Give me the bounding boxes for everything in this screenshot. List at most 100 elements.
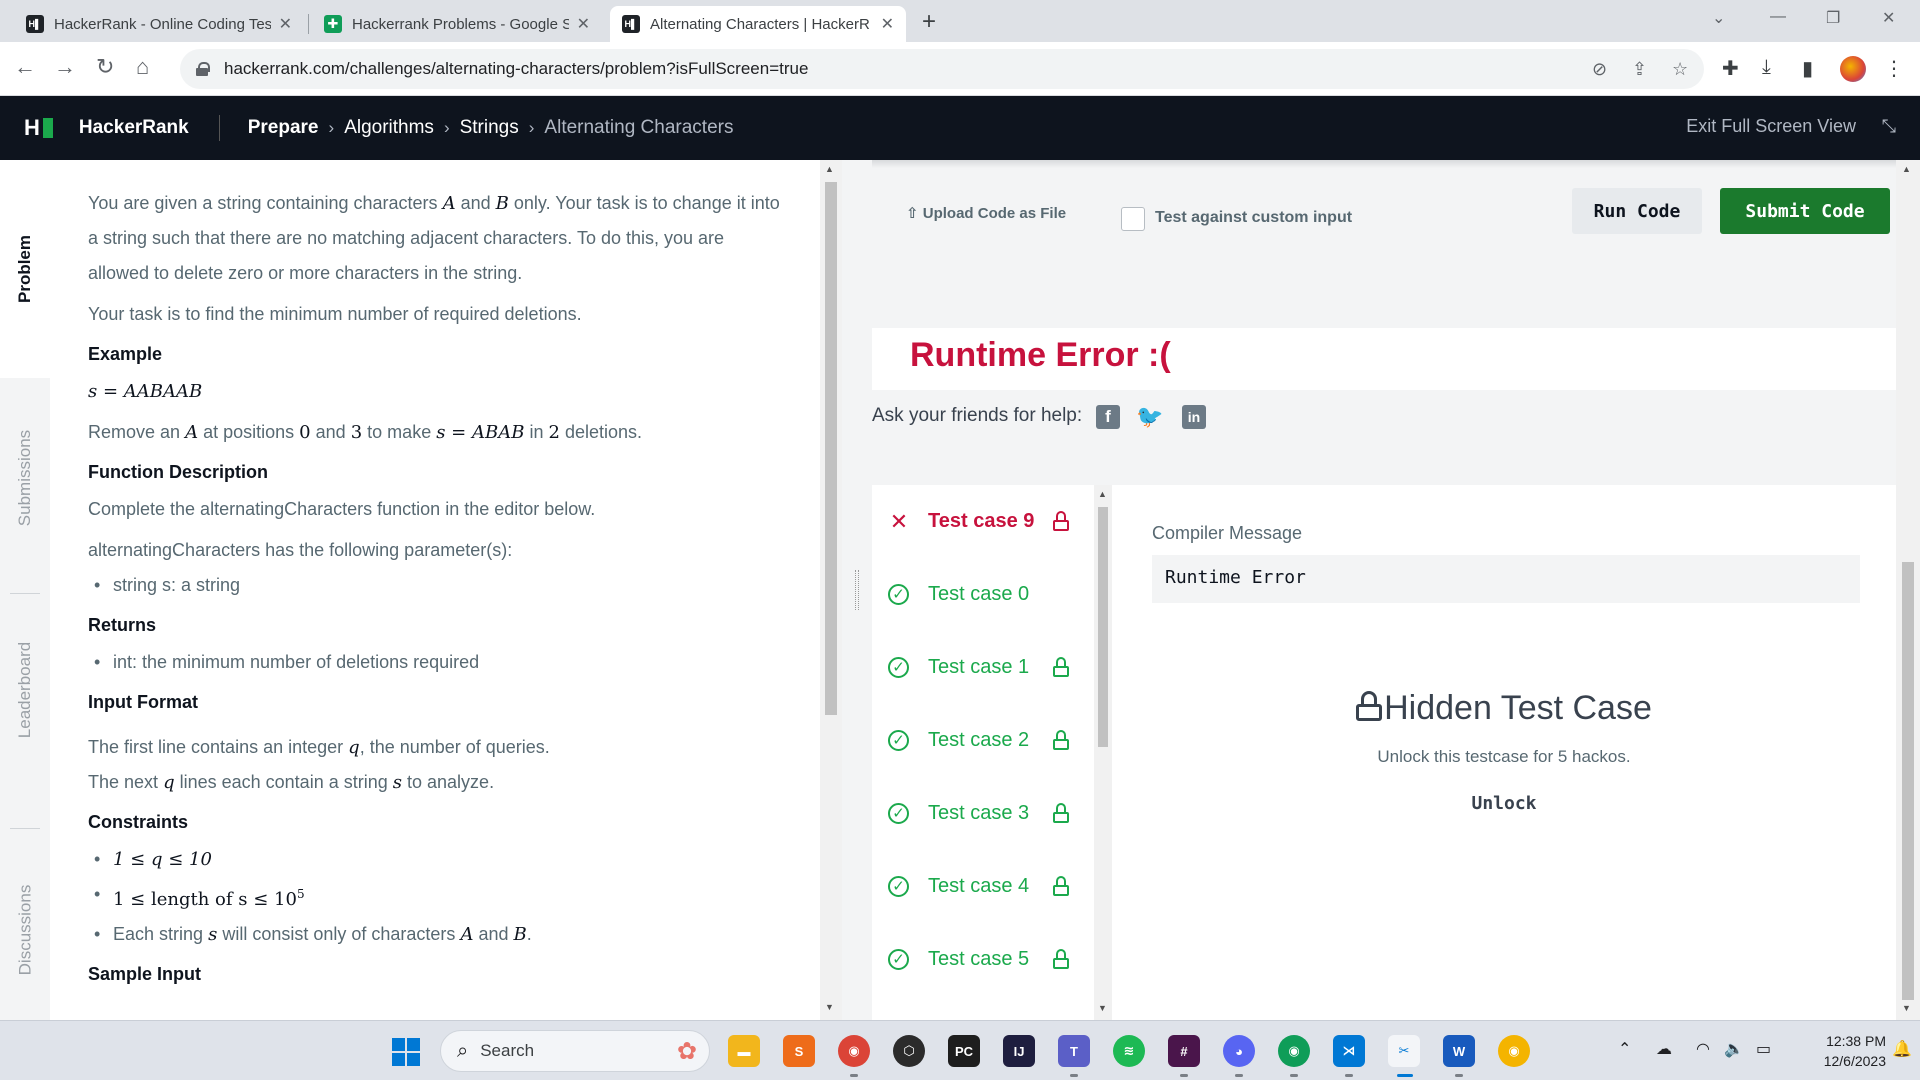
browser-tab-active[interactable]: H▌ Alternating Characters | HackerR ✕ [610,6,906,42]
check-circle-icon: ✓ [888,584,909,605]
scrollbar-thumb[interactable] [1902,562,1914,1000]
scroll-down-arrow-icon[interactable]: ▼ [825,1002,834,1012]
test-case-list: ✕ Test case 9 ✓ Test case 0 ✓ Test case … [872,485,1112,1020]
wifi-icon[interactable]: ◠ [1696,1039,1710,1059]
test-case-scrollbar[interactable]: ▲ ▼ [1094,485,1112,1020]
scrollbar-thumb[interactable] [825,182,837,715]
scrollbar-thumb[interactable] [1098,507,1108,747]
custom-input-label[interactable]: Test against custom input [1155,209,1352,227]
star-icon[interactable]: ☆ [1672,59,1688,80]
chevron-down-icon[interactable]: ⌄ [1712,8,1725,28]
scroll-up-arrow-icon[interactable]: ▲ [1098,489,1107,499]
scroll-up-arrow-icon[interactable]: ▲ [825,164,834,174]
run-code-button[interactable]: Run Code [1572,188,1702,234]
taskbar-search[interactable]: ⌕ Search ✿ [440,1030,710,1072]
reload-icon[interactable]: ↻ [96,54,114,80]
side-panel-icon[interactable]: ▮ [1802,56,1813,81]
upload-code-button[interactable]: ⇧ Upload Code as File [906,204,1066,222]
chrome-icon[interactable]: ◉ [838,1035,870,1067]
test-case-item[interactable]: ✕ Test case 9 [872,485,1092,558]
twitter-icon[interactable]: 🐦 [1136,404,1163,429]
home-icon[interactable]: ⌂ [136,54,149,80]
clock-date: 12/6/2023 [1823,1053,1886,1069]
browser-tab[interactable]: ✚ Hackerrank Problems - Google S ✕ [312,6,602,42]
scroll-down-arrow-icon[interactable]: ▼ [1902,1003,1911,1013]
vscode-icon[interactable]: ⋊ [1333,1035,1365,1067]
teams-icon[interactable]: T [1058,1035,1090,1067]
side-tab-submissions[interactable]: Submissions [0,378,50,578]
restore-icon[interactable]: ❐ [1826,8,1840,28]
close-icon[interactable]: ✕ [881,14,894,34]
chevron-up-icon[interactable]: ⌃ [1618,1039,1631,1059]
slack-icon[interactable]: # [1168,1035,1200,1067]
intellij-icon[interactable]: IJ [1003,1035,1035,1067]
battery-icon[interactable]: ▭ [1756,1039,1771,1059]
onedrive-icon[interactable]: ☁ [1656,1039,1672,1059]
taskbar-clock[interactable]: 12:38 PM 12/6/2023 [1790,1031,1886,1071]
windows-start-icon[interactable] [392,1038,420,1066]
test-case-item[interactable]: ✓ Test case 0 [872,558,1092,631]
side-tab-label: Discussions [15,884,35,976]
test-case-item[interactable]: ✓ Test case 4 [872,850,1092,923]
running-indicator [1235,1074,1243,1077]
linkedin-icon[interactable]: in [1182,405,1206,429]
problem-scrollbar[interactable]: ▲ ▼ [820,160,842,1020]
lock-icon[interactable] [196,62,210,76]
volume-icon[interactable]: 🔈 [1724,1039,1744,1059]
spotify-icon[interactable]: ≋ [1113,1035,1145,1067]
splitter-grip[interactable] [855,570,859,610]
chrome-alt-icon[interactable]: ◉ [1498,1035,1530,1067]
word-icon[interactable]: W [1443,1035,1475,1067]
hackerrank-logo[interactable]: H [24,115,53,141]
extensions-puzzle-icon[interactable]: ✚ [1722,56,1739,81]
browser-tab[interactable]: H▌ HackerRank - Online Coding Tes ✕ [14,6,304,42]
snipping-tool-icon[interactable]: ✂ [1388,1035,1420,1067]
forward-arrow-icon[interactable]: → [54,54,76,80]
test-case-item[interactable]: ✓ Test case 3 [872,777,1092,850]
facebook-icon[interactable]: f [1096,405,1120,429]
discord-icon[interactable]: ◕ [1223,1035,1255,1067]
close-icon[interactable]: ✕ [279,14,292,34]
results-scrollbar[interactable]: ▲ ▼ [1896,160,1920,1020]
unity-icon[interactable]: ⬡ [893,1035,925,1067]
file-explorer-icon[interactable]: ▬ [728,1035,760,1067]
hidden-test-case-subtitle: Unlock this testcase for 5 hackos. [1377,747,1631,766]
side-tab-discussions[interactable]: Discussions [0,840,50,1020]
chrome-profile-icon[interactable]: ◉ [1278,1035,1310,1067]
custom-input-checkbox[interactable] [1121,207,1145,231]
address-bar[interactable]: hackerrank.com/challenges/alternating-ch… [180,49,1704,89]
minimize-icon[interactable]: — [1770,8,1786,26]
breadcrumb-prepare[interactable]: Prepare [248,117,319,139]
profile-avatar[interactable] [1840,56,1866,82]
scroll-up-arrow-icon[interactable]: ▲ [1902,164,1911,174]
collapse-icon[interactable]: ⤡ [1882,116,1896,137]
pycharm-icon[interactable]: PC [948,1035,980,1067]
url-text[interactable]: hackerrank.com/challenges/alternating-ch… [224,59,808,79]
share-icon[interactable]: ⇪ [1632,59,1647,80]
test-case-item[interactable]: ✓ Test case 2 [872,704,1092,777]
scroll-down-arrow-icon[interactable]: ▼ [1098,1003,1107,1013]
breadcrumb-strings[interactable]: Strings [460,117,519,139]
more-vert-icon[interactable]: ⋮ [1884,56,1904,81]
close-icon[interactable]: ✕ [577,14,590,34]
unlock-button[interactable]: Unlock [1452,785,1556,821]
test-case-item[interactable]: ✓ Test case 1 [872,631,1092,704]
brand-name[interactable]: HackerRank [79,117,189,139]
side-tab-problem[interactable]: Problem [0,160,50,378]
list-item: 1 ≤ q ≤ 10 [88,842,782,877]
breadcrumb-algorithms[interactable]: Algorithms [344,117,434,139]
submit-code-button[interactable]: Submit Code [1720,188,1890,234]
pane-splitter[interactable] [842,160,872,1020]
test-case-item[interactable]: ✓ Test case 5 [872,923,1092,996]
running-indicator [1455,1074,1463,1077]
new-tab-button[interactable]: + [922,8,936,36]
back-arrow-icon[interactable]: ← [14,54,36,80]
test-case-label: Test case 4 [928,875,1030,897]
eye-slash-icon[interactable]: ⊘ [1592,59,1607,80]
exit-fullscreen-link[interactable]: Exit Full Screen View [1686,116,1856,137]
notification-bell-icon[interactable]: 🔔 [1892,1039,1912,1059]
download-icon[interactable]: ⤓ [1762,56,1771,79]
sublime-text-icon[interactable]: S [783,1035,815,1067]
side-tab-leaderboard[interactable]: Leaderboard [0,600,50,780]
window-close-icon[interactable]: ✕ [1882,8,1895,28]
